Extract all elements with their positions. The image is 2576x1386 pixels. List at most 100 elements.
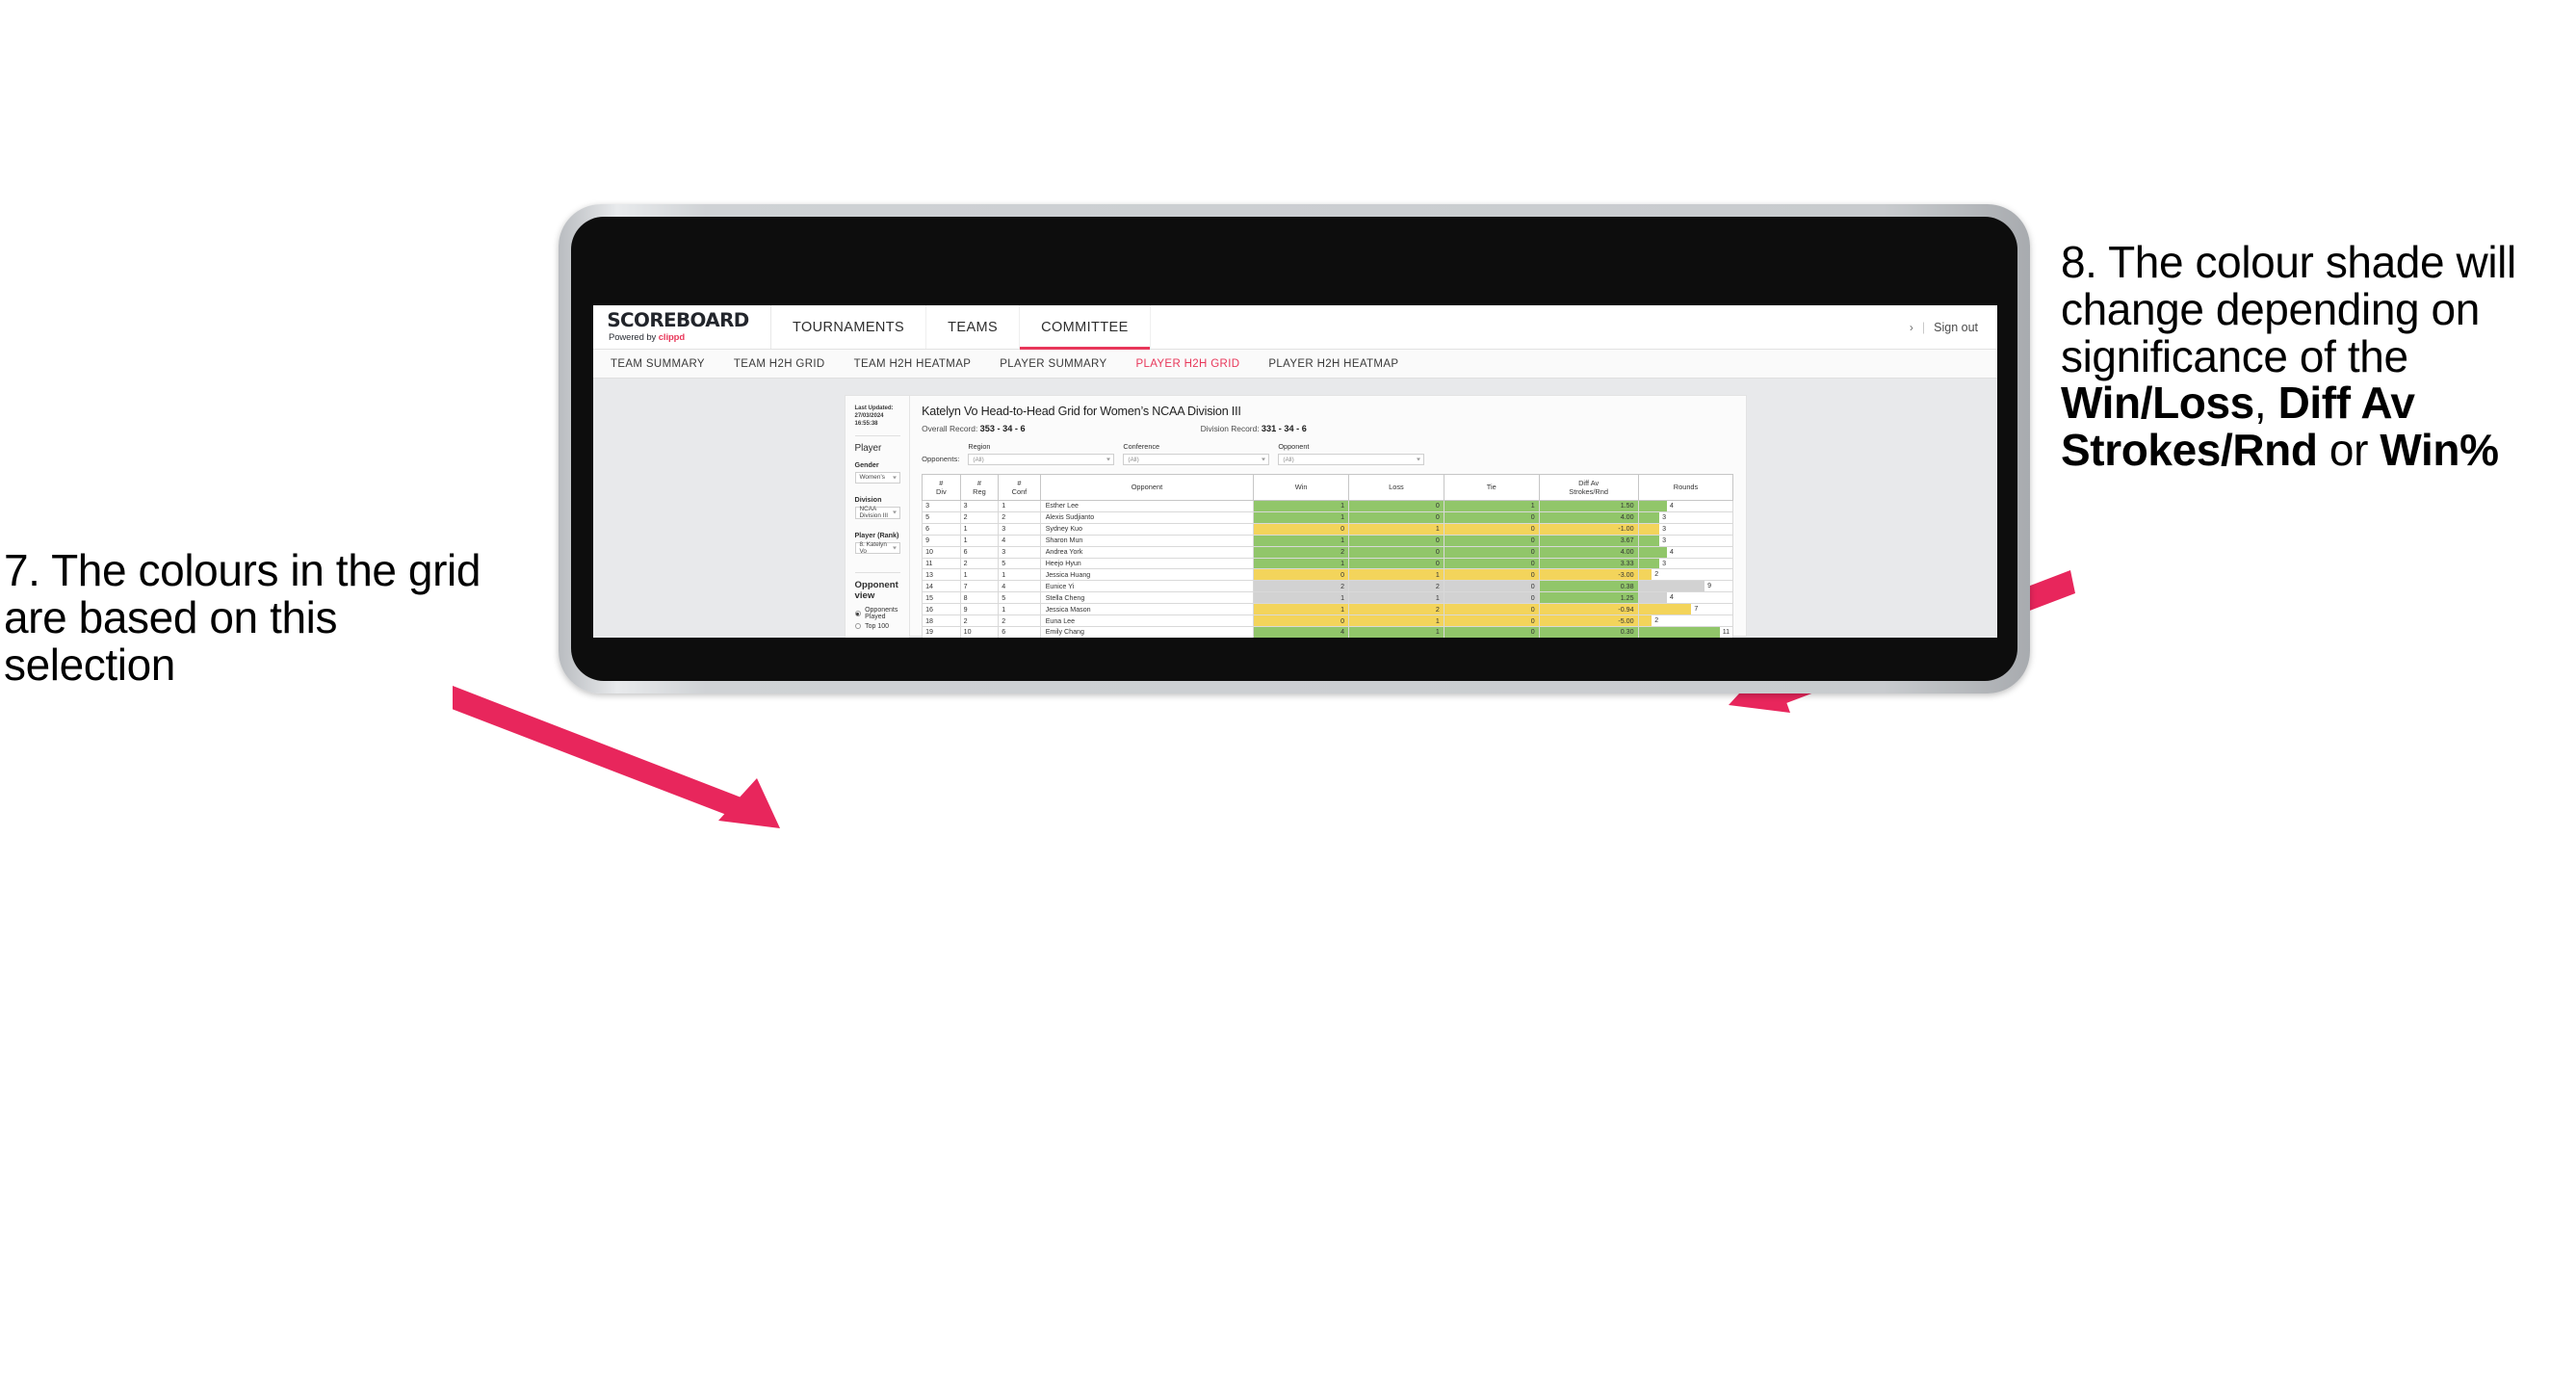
table-row[interactable]: 10 6 3 Andrea York 2 0 0 4.00 4 [922, 545, 1734, 559]
overall-record: Overall Record: 353 - 34 - 6 [922, 424, 1026, 433]
cell-div: 5 [922, 510, 961, 524]
sidebar-divider-2 [854, 572, 901, 574]
table-row[interactable]: 18 2 2 Euna Lee 0 1 0 -5.00 2 [922, 615, 1734, 627]
table-row[interactable]: 11 2 5 Heejo Hyun 1 0 0 3.33 3 [922, 557, 1734, 570]
cell-opponent: Jessica Huang [1039, 568, 1255, 582]
player-rank-label: Player (Rank) [854, 530, 899, 539]
app-topbar: SCOREBOARD Powered by clippd TOURNAMENTS… [593, 305, 1997, 350]
opponent-select[interactable]: (All) [1278, 454, 1425, 465]
cell-diff: 0.30 [1538, 625, 1639, 638]
screenshot-root: 7. The colours in the grid are based on … [0, 0, 2576, 1386]
table-row[interactable]: 16 9 1 Jessica Mason 1 2 0 -0.94 7 [922, 603, 1734, 616]
radio-icon-unselected[interactable] [854, 622, 862, 630]
cell-tie: 0 [1443, 534, 1540, 547]
col-div[interactable]: # Div [922, 474, 961, 501]
chevron-down-icon [1417, 458, 1421, 461]
cell-reg: 10 [959, 625, 1000, 638]
radio-icon-selected[interactable] [854, 610, 862, 617]
cell-diff: 4.00 [1538, 510, 1639, 524]
col-div-l1: # [939, 478, 944, 487]
annotation-8-bold-winpct: Win% [2380, 425, 2499, 475]
page-title: Katelyn Vo Head-to-Head Grid for Women’s… [922, 405, 1241, 418]
subnav-team-h2h-heatmap[interactable]: TEAM H2H HEATMAP [854, 358, 972, 370]
nav-committee[interactable]: COMMITTEE [1020, 305, 1151, 350]
conference-select[interactable]: (All) [1123, 454, 1270, 465]
cell-rounds: 2 [1637, 568, 1734, 582]
col-rounds[interactable]: Rounds [1637, 474, 1734, 501]
annotation-8-line1: 8. The colour shade will change dependin… [2061, 237, 2516, 381]
cell-win: 1 [1253, 510, 1350, 524]
nav-tournaments[interactable]: TOURNAMENTS [771, 305, 927, 349]
nav-teams[interactable]: TEAMS [926, 305, 1021, 349]
table-row[interactable]: 3 3 1 Esther Lee 1 0 1 1.50 4 [922, 500, 1734, 512]
subnav-player-summary[interactable]: PLAYER SUMMARY [1000, 358, 1106, 370]
cell-conf: 2 [998, 615, 1041, 627]
table-row[interactable]: 9 1 4 Sharon Mun 1 0 0 3.67 3 [922, 534, 1734, 547]
chevron-right-icon[interactable]: › [1910, 321, 1913, 334]
chevron-down-icon [1262, 458, 1266, 461]
player-rank-select[interactable]: 8. Katelyn Vo [854, 541, 901, 555]
col-diff[interactable]: Diff Av Strokes/Rnd [1538, 474, 1639, 501]
opponent-label: Opponent [1278, 442, 1310, 451]
table-row[interactable]: 6 1 3 Sydney Kuo 0 1 0 -1.00 3 [922, 522, 1734, 536]
region-select[interactable]: (All) [968, 454, 1115, 465]
subnav-player-h2h-heatmap[interactable]: PLAYER H2H HEATMAP [1268, 358, 1398, 370]
cell-conf: 1 [998, 568, 1041, 582]
col-loss[interactable]: Loss [1348, 474, 1444, 501]
cell-reg: 1 [959, 568, 1000, 582]
rounds-value: 2 [1654, 616, 1659, 625]
table-row[interactable]: 14 7 4 Eunice Yi 2 2 0 0.38 9 [922, 580, 1734, 593]
cell-rounds: 3 [1637, 557, 1734, 570]
cell-diff: 1.25 [1538, 591, 1639, 605]
conference-select-value: (All) [1128, 456, 1139, 463]
chevron-down-icon [893, 546, 898, 550]
cell-conf: 2 [998, 510, 1041, 524]
cell-win: 2 [1253, 580, 1350, 593]
cell-div: 10 [922, 545, 961, 559]
table-row[interactable]: 5 2 2 Alexis Sudjianto 1 0 0 4.00 3 [922, 510, 1734, 524]
table-row[interactable]: 15 8 5 Stella Cheng 1 1 0 1.25 4 [922, 591, 1734, 605]
subnav-player-h2h-grid[interactable]: PLAYER H2H GRID [1135, 358, 1239, 370]
col-reg[interactable]: # Reg [959, 474, 1000, 501]
filter-sidebar: Last Updated: 27/03/2024 16:55:38 Player… [845, 396, 911, 638]
col-conf[interactable]: # Conf [998, 474, 1041, 501]
cell-div: 18 [922, 615, 961, 627]
col-tie[interactable]: Tie [1443, 474, 1540, 501]
rounds-value: 2 [1654, 570, 1659, 579]
cell-diff: -0.94 [1538, 603, 1639, 616]
col-diff-l1: Diff Av [1578, 478, 1600, 487]
col-conf-l2: Conf [1011, 487, 1028, 496]
opponent-filter: Opponent (All) [1278, 442, 1425, 465]
brand-powered-name: clippd [658, 332, 686, 344]
region-label: Region [968, 442, 991, 451]
subnav-team-summary[interactable]: TEAM SUMMARY [611, 358, 705, 370]
cell-reg: 3 [959, 500, 1000, 512]
table-row[interactable]: 19 10 6 Emily Chang 4 1 0 0.30 11 [922, 625, 1734, 638]
sidebar-divider-1 [854, 434, 901, 436]
cell-reg: 2 [959, 615, 1000, 627]
cell-opponent: Stella Cheng [1039, 591, 1255, 605]
cell-rounds: 11 [1637, 625, 1734, 638]
cell-div: 11 [922, 557, 961, 570]
gender-select[interactable]: Women’s [854, 471, 901, 484]
brand-logo[interactable]: SCOREBOARD Powered by clippd [593, 305, 771, 349]
division-record-value: 331 - 34 - 6 [1261, 424, 1307, 433]
cell-loss: 0 [1348, 545, 1444, 559]
division-select[interactable]: NCAA Division III [854, 506, 901, 519]
radio-opponents-played[interactable]: Opponents Played [854, 607, 901, 620]
annotation-7-text: 7. The colours in the grid are based on … [4, 545, 481, 690]
viz-card: Last Updated: 27/03/2024 16:55:38 Player… [845, 396, 1746, 638]
cell-rounds: 2 [1637, 615, 1734, 627]
table-row[interactable]: 13 1 1 Jessica Huang 0 1 0 -3.00 2 [922, 568, 1734, 582]
opponent-view-heading: Opponent view [854, 580, 898, 602]
col-opponent[interactable]: Opponent [1039, 474, 1255, 501]
cell-loss: 1 [1348, 568, 1444, 582]
cell-tie: 0 [1443, 625, 1540, 638]
subnav-team-h2h-grid[interactable]: TEAM H2H GRID [734, 358, 825, 370]
cell-win: 2 [1253, 545, 1350, 559]
sign-out-link[interactable]: Sign out [1934, 321, 1978, 334]
rounds-value: 4 [1669, 593, 1674, 602]
col-win[interactable]: Win [1253, 474, 1350, 501]
radio-top-100[interactable]: Top 100 [854, 622, 901, 630]
cell-conf: 4 [998, 534, 1041, 547]
